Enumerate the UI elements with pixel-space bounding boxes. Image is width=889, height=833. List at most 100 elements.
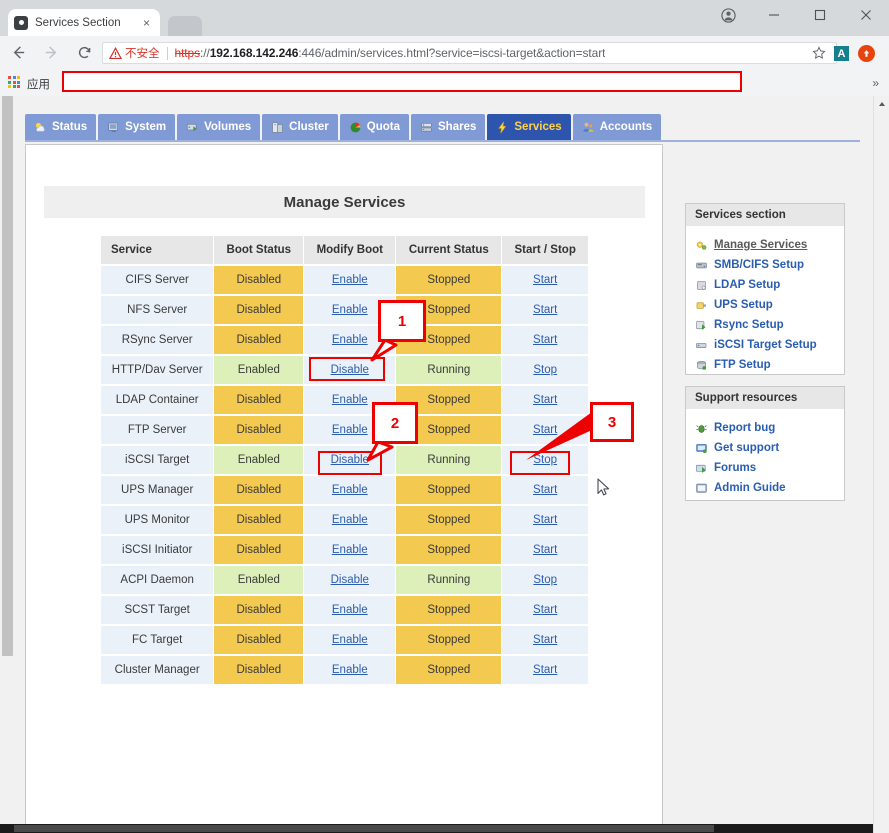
sidebar-link[interactable]: FTP Setup bbox=[714, 359, 771, 371]
modify-boot-link[interactable]: Enable bbox=[332, 544, 368, 556]
start-stop-link[interactable]: Start bbox=[533, 544, 557, 556]
bookmark-overflow-icon[interactable]: » bbox=[872, 76, 879, 90]
start-stop-link[interactable]: Start bbox=[533, 304, 557, 316]
sidebar-link[interactable]: Rsync Setup bbox=[714, 319, 784, 331]
cell-modify-boot: Enable bbox=[304, 266, 396, 294]
sidebar-link[interactable]: Forums bbox=[714, 462, 756, 474]
forward-icon[interactable] bbox=[36, 38, 66, 68]
cell-modify-boot: Enable bbox=[304, 416, 396, 444]
column-header-start-stop: Start / Stop bbox=[502, 236, 588, 264]
cell-boot-status: Disabled bbox=[214, 326, 304, 354]
nav-tab-cluster[interactable]: Cluster bbox=[262, 114, 338, 140]
scroll-up-icon[interactable] bbox=[874, 96, 889, 111]
sidebar-item-report-bug[interactable]: Report bug bbox=[695, 418, 844, 438]
cell-boot-status: Enabled bbox=[214, 356, 304, 384]
modify-boot-link[interactable]: Enable bbox=[332, 304, 368, 316]
sidebar-link[interactable]: Admin Guide bbox=[714, 482, 786, 494]
sidebar-link[interactable]: LDAP Setup bbox=[714, 279, 780, 291]
extension-a-icon[interactable]: A bbox=[834, 46, 849, 61]
start-stop-link[interactable]: Stop bbox=[533, 454, 557, 466]
table-row: HTTP/Dav Server Enabled Disable Running Stop bbox=[101, 356, 588, 384]
start-stop-link[interactable]: Start bbox=[533, 394, 557, 406]
sidebar-link[interactable]: UPS Setup bbox=[714, 299, 773, 311]
vertical-scrollbar-thumb[interactable] bbox=[2, 96, 13, 656]
sidebar-item-ups-setup[interactable]: UPS Setup bbox=[695, 295, 844, 315]
modify-boot-link[interactable]: Enable bbox=[332, 424, 368, 436]
modify-boot-link[interactable]: Enable bbox=[332, 514, 368, 526]
sidebar-link[interactable]: Get support bbox=[714, 442, 779, 454]
horizontal-scrollbar-thumb[interactable] bbox=[14, 825, 714, 832]
sidebar-item-get-support[interactable]: Get support bbox=[695, 438, 844, 458]
sidebar-link[interactable]: Manage Services bbox=[714, 239, 807, 251]
start-stop-link[interactable]: Start bbox=[533, 664, 557, 676]
table-header-row: Service Boot Status Modify Boot Current … bbox=[101, 236, 588, 264]
start-stop-link[interactable]: Start bbox=[533, 334, 557, 346]
cell-start-stop: Start bbox=[502, 296, 588, 324]
start-stop-link[interactable]: Start bbox=[533, 484, 557, 496]
extension-upload-icon[interactable] bbox=[858, 45, 875, 62]
cell-current-status: Stopped bbox=[396, 266, 502, 294]
sidebar-link[interactable]: iSCSI Target Setup bbox=[714, 339, 817, 351]
start-stop-link[interactable]: Start bbox=[533, 274, 557, 286]
start-stop-link[interactable]: Start bbox=[533, 424, 557, 436]
nav-tab-volumes[interactable]: Volumes bbox=[177, 114, 261, 140]
start-stop-link[interactable]: Start bbox=[533, 634, 557, 646]
sidebar-item-manage-services[interactable]: Manage Services bbox=[695, 235, 844, 255]
sidebar-item-forums[interactable]: Forums bbox=[695, 458, 844, 478]
bookmark-bar-highlight bbox=[62, 71, 742, 92]
apps-label[interactable]: 应用 bbox=[27, 76, 50, 92]
cell-service: SCST Target bbox=[101, 596, 214, 624]
modify-boot-link[interactable]: Enable bbox=[332, 334, 368, 346]
horizontal-scrollbar[interactable] bbox=[0, 824, 874, 833]
cell-service: UPS Monitor bbox=[101, 506, 214, 534]
start-stop-link[interactable]: Stop bbox=[533, 364, 557, 376]
minimize-button[interactable] bbox=[751, 0, 797, 30]
sidebar-item-admin-guide[interactable]: Admin Guide bbox=[695, 478, 844, 498]
support-resources-list: Report bug Get support Forums Admin Guid… bbox=[686, 409, 844, 507]
services-table: Service Boot Status Modify Boot Current … bbox=[100, 234, 589, 686]
modify-boot-link[interactable]: Enable bbox=[332, 484, 368, 496]
back-icon[interactable] bbox=[3, 38, 33, 68]
sidebar-link[interactable]: Report bug bbox=[714, 422, 775, 434]
modify-boot-link[interactable]: Disable bbox=[331, 364, 369, 376]
modify-boot-link[interactable]: Enable bbox=[332, 394, 368, 406]
new-tab-button[interactable] bbox=[168, 16, 202, 36]
start-stop-link[interactable]: Start bbox=[533, 514, 557, 526]
sidebar-item-iscsi-target-setup[interactable]: iSCSI Target Setup bbox=[695, 335, 844, 355]
nav-tab-shares[interactable]: Shares bbox=[411, 114, 486, 140]
address-bar[interactable]: 不安全 https://192.168.142.246:446/admin/se… bbox=[102, 42, 837, 64]
sidebar-item-rsync-setup[interactable]: Rsync Setup bbox=[695, 315, 844, 335]
sidebar-link[interactable]: SMB/CIFS Setup bbox=[714, 259, 804, 271]
tabs-underline bbox=[25, 140, 860, 142]
gears-icon bbox=[696, 241, 707, 250]
modify-boot-link[interactable]: Enable bbox=[332, 664, 368, 676]
nav-tab-status[interactable]: Status bbox=[25, 114, 97, 140]
vertical-scrollbar[interactable] bbox=[873, 96, 889, 833]
bookmark-star-icon[interactable] bbox=[812, 46, 826, 65]
start-stop-link[interactable]: Start bbox=[533, 604, 557, 616]
profile-icon[interactable] bbox=[705, 0, 751, 30]
nav-tab-system[interactable]: System bbox=[98, 114, 176, 140]
url-separator: :// bbox=[200, 46, 210, 60]
start-stop-link[interactable]: Stop bbox=[533, 574, 557, 586]
nav-tab-quota[interactable]: Quota bbox=[339, 114, 410, 140]
sidebar-item-ldap-setup[interactable]: LDAP Setup bbox=[695, 275, 844, 295]
modify-boot-link[interactable]: Enable bbox=[332, 634, 368, 646]
sidebar-item-smb-cifs-setup[interactable]: SMB/CIFS Setup bbox=[695, 255, 844, 275]
nav-tab-accounts[interactable]: Accounts bbox=[572, 114, 662, 140]
cell-service: FTP Server bbox=[101, 416, 214, 444]
close-button[interactable] bbox=[843, 0, 889, 30]
reload-icon[interactable] bbox=[69, 38, 99, 68]
sidebar-item-ftp-setup[interactable]: FTP Setup bbox=[695, 355, 844, 375]
browser-tab[interactable]: Services Section × bbox=[8, 9, 160, 36]
apps-grid-icon[interactable] bbox=[8, 76, 20, 88]
modify-boot-link[interactable]: Disable bbox=[331, 454, 369, 466]
modify-boot-link[interactable]: Enable bbox=[332, 274, 368, 286]
cell-boot-status: Disabled bbox=[214, 596, 304, 624]
nav-tab-services[interactable]: Services bbox=[487, 114, 571, 140]
modify-boot-link[interactable]: Disable bbox=[331, 574, 369, 586]
modify-boot-link[interactable]: Enable bbox=[332, 604, 368, 616]
close-icon[interactable]: × bbox=[139, 17, 154, 29]
browser-tab-title: Services Section bbox=[35, 16, 121, 29]
maximize-button[interactable] bbox=[797, 0, 843, 30]
